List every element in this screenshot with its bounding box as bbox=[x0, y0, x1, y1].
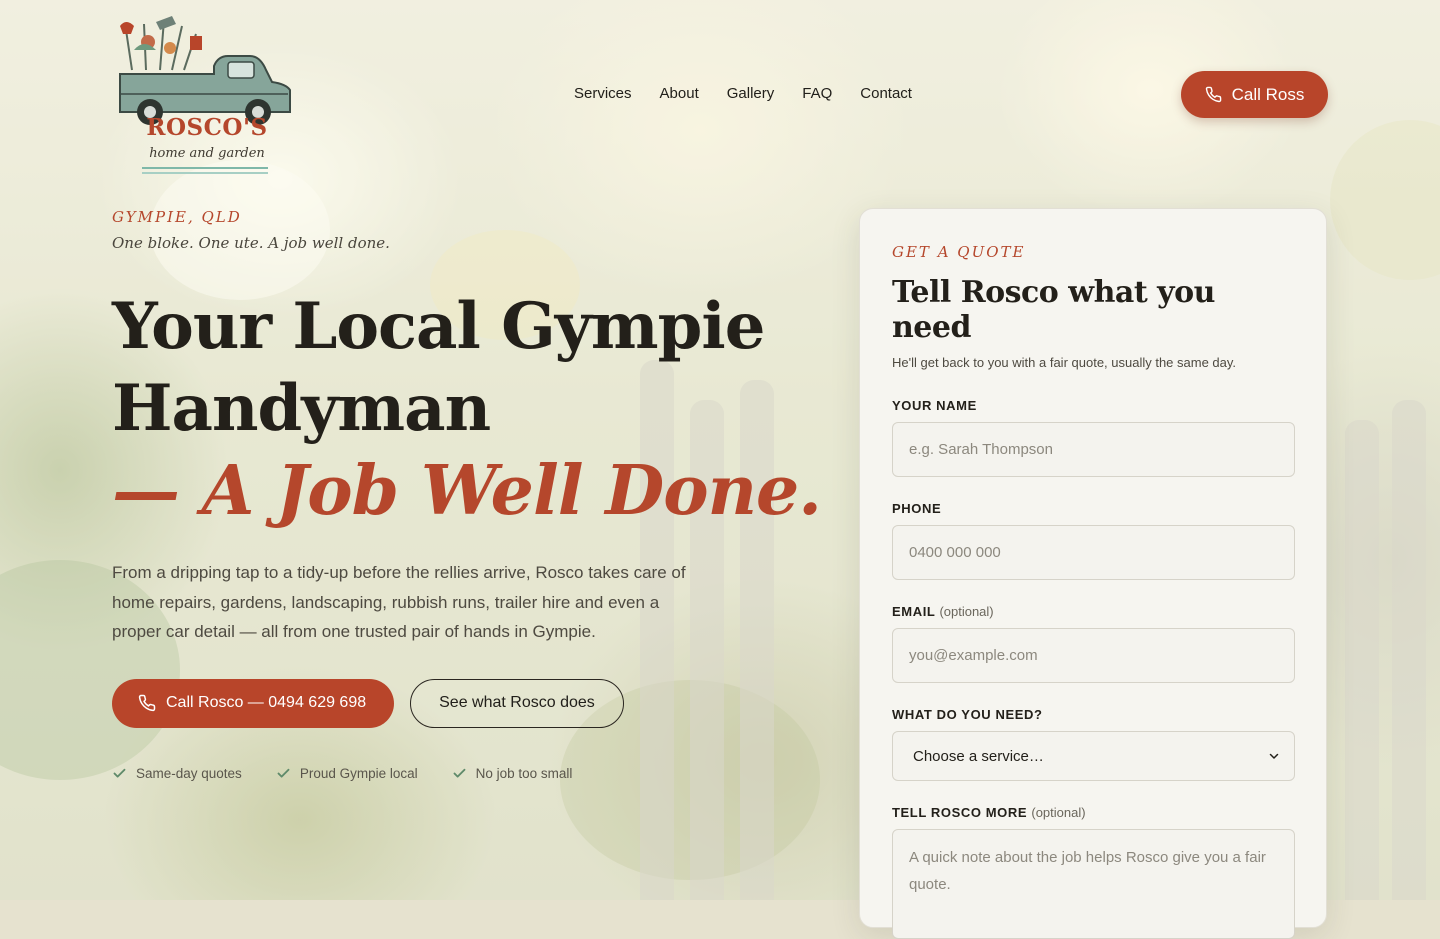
name-input[interactable]: e.g. Sarah Thompson bbox=[892, 422, 1295, 477]
quote-subtitle: He'll get back to you with a fair quote,… bbox=[892, 355, 1237, 370]
check-icon bbox=[113, 768, 126, 778]
check-item: No job too small bbox=[452, 765, 573, 781]
check-item: Proud Gympie local bbox=[276, 766, 418, 781]
logo-rule bbox=[142, 167, 268, 169]
check-item: Same-day quotes bbox=[112, 766, 242, 781]
quote-form-card: GET A QUOTE Tell Rosco what you need He'… bbox=[859, 208, 1327, 939]
email-optional: (optional) bbox=[939, 604, 994, 619]
hero-tagline: One bloke. One ute. A job well done. bbox=[112, 234, 390, 252]
logo-rule bbox=[142, 172, 268, 174]
more-textarea[interactable]: A quick note about the job helps Rosco g… bbox=[892, 829, 1295, 939]
more-optional: (optional) bbox=[1031, 805, 1086, 820]
phone-input[interactable]: 0400 000 000 bbox=[892, 525, 1295, 580]
more-label: TELL ROSCO MORE (optional) bbox=[892, 805, 1294, 820]
phone-icon bbox=[138, 694, 156, 712]
hero-cta-row: Call Rosco — 0494 629 698 See what Rosco… bbox=[112, 678, 832, 728]
check-icon bbox=[277, 768, 290, 778]
site-header: ROSCO'S home and garden Services About G… bbox=[0, 0, 1440, 190]
check-label: Proud Gympie local bbox=[299, 765, 418, 781]
check-label: Same-day quotes bbox=[136, 765, 242, 781]
nav-about[interactable]: About bbox=[660, 85, 699, 102]
call-ross-button[interactable]: Call Ross bbox=[1181, 71, 1328, 118]
logo-subtitle: home and garden bbox=[149, 146, 265, 161]
quote-eyebrow: GET A QUOTE bbox=[892, 243, 1026, 261]
see-services-button[interactable]: See what Rosco does bbox=[410, 678, 624, 728]
chevron-down-icon bbox=[1269, 753, 1279, 759]
name-label: YOUR NAME bbox=[892, 398, 977, 413]
email-label: EMAIL (optional) bbox=[892, 604, 1294, 619]
quote-title: Tell Rosco what you need bbox=[892, 275, 1215, 345]
service-select-value: Choose a service… bbox=[913, 747, 1044, 765]
hero: GYMPIE, QLD One bloke. One ute. A job we… bbox=[112, 208, 832, 781]
trust-checks: Same-day quotes Proud Gympie local No jo… bbox=[112, 766, 832, 781]
hero-description: From a dripping tap to a tidy-up before … bbox=[112, 563, 686, 641]
logo-wordmark: ROSCO'S bbox=[146, 114, 268, 141]
call-rosco-label: Call Rosco — 0494 629 698 bbox=[166, 694, 367, 711]
hero-title-accent: — A Job Well Done. bbox=[112, 451, 822, 531]
more-label-text: TELL ROSCO MORE bbox=[892, 805, 1028, 820]
hero-title: Your Local Gympie Handyman — A Job Well … bbox=[112, 286, 832, 532]
phone-icon bbox=[1205, 86, 1221, 103]
email-input[interactable]: you@example.com bbox=[892, 628, 1295, 683]
nav-services[interactable]: Services bbox=[574, 85, 632, 102]
check-label: No job too small bbox=[475, 765, 573, 781]
hero-title-line1: Your Local Gympie bbox=[112, 289, 765, 364]
service-label: WHAT DO YOU NEED? bbox=[892, 707, 1043, 722]
call-ross-label: Call Ross bbox=[1231, 84, 1305, 104]
email-label-text: EMAIL bbox=[892, 604, 936, 619]
nav-contact[interactable]: Contact bbox=[860, 85, 912, 102]
call-rosco-button[interactable]: Call Rosco — 0494 629 698 bbox=[112, 678, 395, 728]
nav-faq[interactable]: FAQ bbox=[802, 85, 832, 102]
nav-gallery[interactable]: Gallery bbox=[727, 85, 775, 102]
service-select[interactable]: Choose a service… bbox=[892, 731, 1295, 781]
check-icon bbox=[453, 768, 466, 778]
hero-location: GYMPIE, QLD bbox=[112, 208, 242, 226]
phone-label: PHONE bbox=[892, 501, 942, 516]
main-nav: Services About Gallery FAQ Contact bbox=[574, 85, 940, 102]
hero-title-line2: Handyman bbox=[112, 371, 491, 446]
